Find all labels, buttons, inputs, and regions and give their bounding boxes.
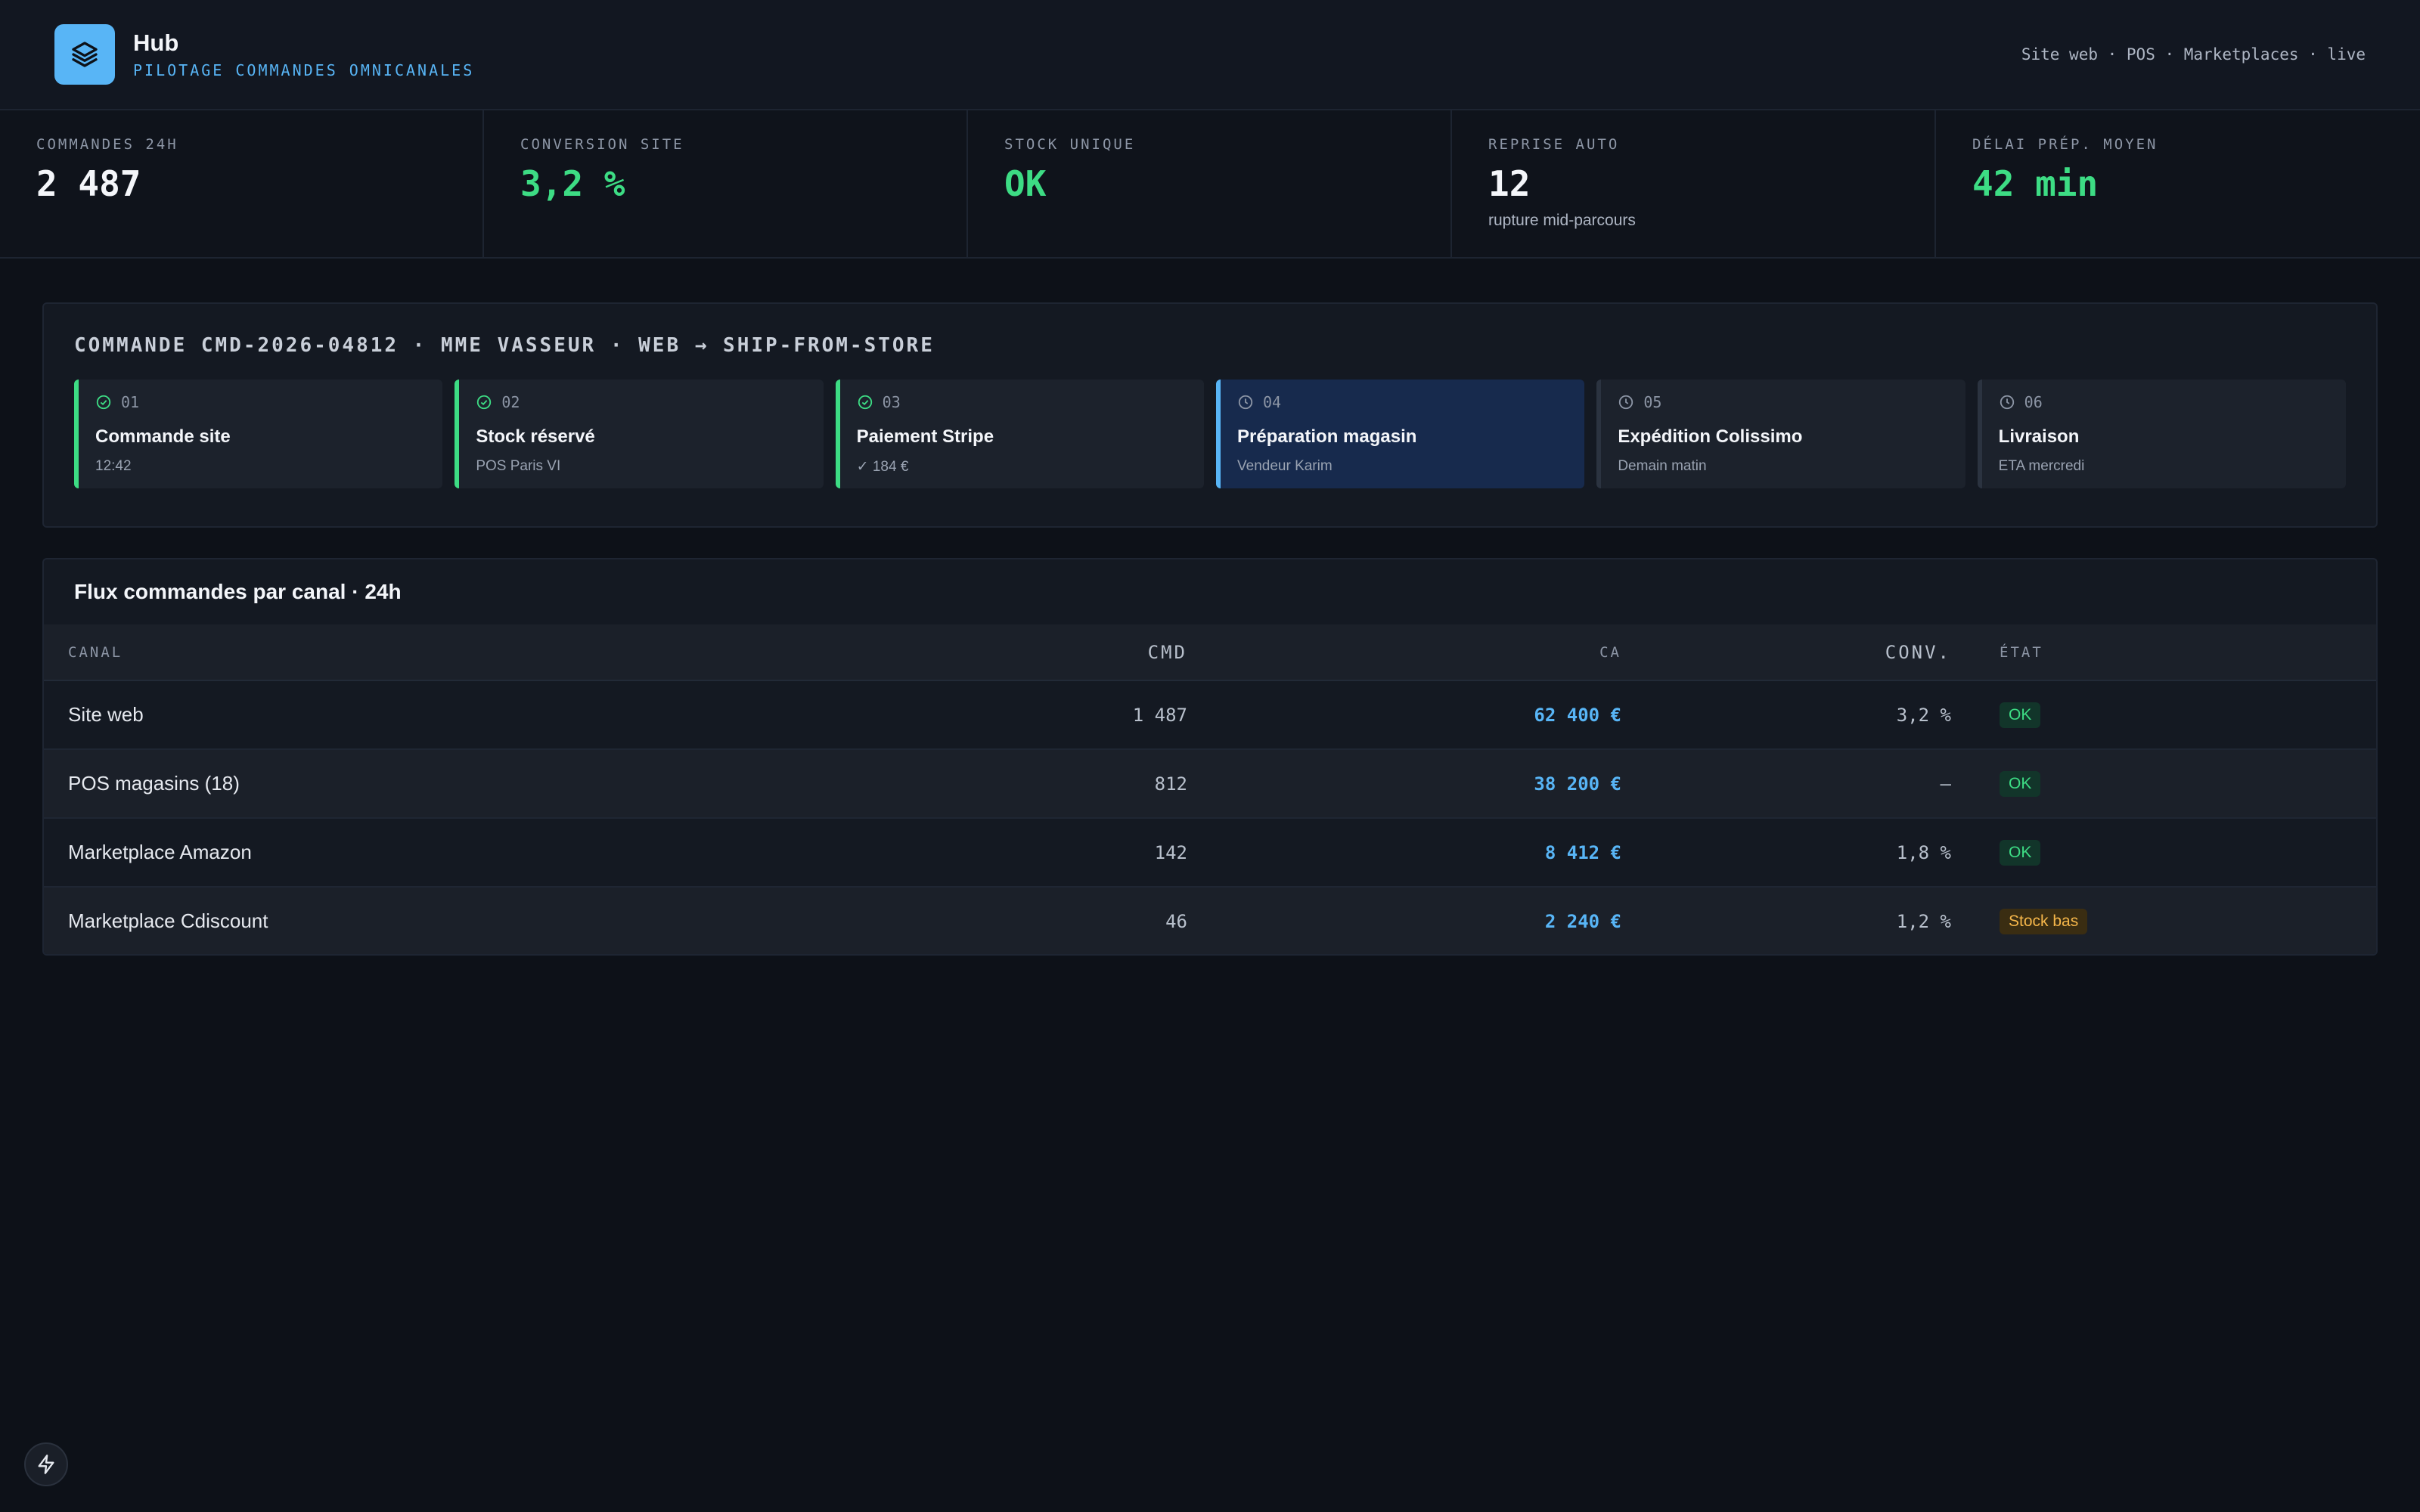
quick-action-button[interactable]	[24, 1442, 68, 1486]
order-step[interactable]: 04 Préparation magasin Vendeur Karim	[1216, 380, 1585, 488]
clock-icon	[2000, 395, 2014, 410]
step-number: 01	[121, 393, 140, 411]
kpi-label: STOCK UNIQUE	[1004, 136, 1136, 153]
step-meta: ✓ 184 €	[856, 459, 909, 475]
kpi-card: DÉLAI PRÉP. MOYEN 42 min	[1936, 110, 2420, 257]
clock-icon	[1238, 395, 1253, 410]
status-badge: OK	[2000, 771, 2041, 797]
cell-cmd: 1 487	[1132, 704, 1187, 726]
kpi-value: 3,2 %	[520, 163, 625, 204]
column-header-etat[interactable]: ÉTAT	[1951, 624, 2376, 681]
table-row[interactable]: Marketplace Amazon 142 8 412 € 1,8 % OK	[44, 818, 2376, 887]
step-meta: Demain matin	[1618, 458, 1707, 474]
check-circle-icon	[858, 395, 872, 410]
cell-canal: POS magasins (18)	[68, 772, 240, 795]
cell-conv: —	[1940, 773, 1951, 795]
kpi-value: OK	[1004, 163, 1047, 204]
step-number: 06	[2024, 393, 2043, 411]
step-number: 04	[1263, 393, 1282, 411]
order-tracker: COMMANDE CMD-2026-04812 · MME VASSEUR · …	[42, 302, 2378, 528]
kpi-label: CONVERSION SITE	[520, 136, 684, 153]
step-meta: Vendeur Karim	[1237, 458, 1333, 474]
cell-cmd: 812	[1154, 773, 1187, 795]
kpi-label: DÉLAI PRÉP. MOYEN	[1972, 136, 2158, 153]
cell-conv: 1,8 %	[1896, 841, 1951, 863]
order-steps: 01 Commande site 12:42 02 Stock réservé …	[74, 380, 2346, 488]
order-step[interactable]: 02 Stock réservé POS Paris VI	[455, 380, 824, 488]
layers-icon	[54, 24, 115, 85]
cell-conv: 1,2 %	[1896, 910, 1951, 932]
step-name: Paiement Stripe	[856, 426, 994, 447]
cell-ca: 8 412 €	[1544, 841, 1621, 863]
step-meta: ETA mercredi	[1998, 458, 2085, 474]
column-header-cmd[interactable]: CMD	[936, 624, 1187, 681]
panel-title: Flux commandes par canal · 24h	[74, 580, 402, 603]
step-number: 02	[501, 393, 520, 411]
cell-ca: 62 400 €	[1534, 704, 1621, 726]
order-title: COMMANDE CMD-2026-04812 · MME VASSEUR · …	[74, 334, 935, 357]
status-badge: OK	[2000, 840, 2041, 866]
step-number: 03	[882, 393, 901, 411]
column-header-conv[interactable]: CONV.	[1621, 624, 1951, 681]
cell-ca: 38 200 €	[1534, 773, 1621, 795]
kpi-label: COMMANDES 24H	[36, 136, 178, 153]
channel-flow-panel: Flux commandes par canal · 24h CANAL CMD…	[42, 558, 2378, 956]
kpi-row: COMMANDES 24H 2 487 CONVERSION SITE 3,2 …	[0, 110, 2420, 259]
clock-icon	[1619, 395, 1634, 410]
step-name: Préparation magasin	[1237, 426, 1417, 447]
kpi-value: 12	[1488, 163, 1531, 204]
step-meta: 12:42	[95, 458, 132, 474]
step-name: Livraison	[1998, 426, 2080, 447]
check-circle-icon	[477, 395, 492, 410]
step-name: Stock réservé	[476, 426, 595, 447]
cell-ca: 2 240 €	[1544, 910, 1621, 932]
kpi-card: CONVERSION SITE 3,2 %	[484, 110, 968, 257]
bolt-icon	[38, 1455, 54, 1474]
cell-canal: Marketplace Cdiscount	[68, 909, 268, 932]
check-circle-icon	[96, 395, 111, 410]
table-row[interactable]: Site web 1 487 62 400 € 3,2 % OK	[44, 680, 2376, 749]
table-header-row: CANAL CMD CA CONV. ÉTAT	[44, 624, 2376, 681]
order-step[interactable]: 01 Commande site 12:42	[74, 380, 443, 488]
kpi-card: REPRISE AUTO 12 rupture mid-parcours	[1452, 110, 1936, 257]
kpi-note: rupture mid-parcours	[1488, 212, 1636, 229]
column-header-canal[interactable]: CANAL	[44, 624, 936, 681]
cell-conv: 3,2 %	[1896, 704, 1951, 726]
channel-table: CANAL CMD CA CONV. ÉTAT Site web 1 487 6…	[44, 624, 2376, 954]
table-row[interactable]: POS magasins (18) 812 38 200 € — OK	[44, 749, 2376, 818]
cell-cmd: 142	[1154, 841, 1187, 863]
cell-canal: Marketplace Amazon	[68, 841, 252, 863]
step-name: Commande site	[95, 426, 231, 447]
brand[interactable]: Hub PILOTAGE COMMANDES OMNICANALES	[54, 24, 474, 85]
kpi-value: 2 487	[36, 163, 141, 204]
column-header-ca[interactable]: CA	[1187, 624, 1621, 681]
table-row[interactable]: Marketplace Cdiscount 46 2 240 € 1,2 % S…	[44, 887, 2376, 954]
order-step[interactable]: 03 Paiement Stripe ✓ 184 €	[835, 380, 1204, 488]
step-meta: POS Paris VI	[476, 458, 561, 474]
kpi-value: 42 min	[1972, 163, 2099, 204]
step-number: 05	[1643, 393, 1662, 411]
cell-cmd: 46	[1165, 910, 1187, 932]
kpi-card: STOCK UNIQUE OK	[968, 110, 1452, 257]
order-step[interactable]: 05 Expédition Colissimo Demain matin	[1596, 380, 1965, 488]
cell-canal: Site web	[68, 703, 144, 726]
app-title: Hub	[133, 29, 179, 56]
app-subtitle: PILOTAGE COMMANDES OMNICANALES	[133, 61, 475, 79]
channels-status: Site web · POS · Marketplaces · live	[2021, 45, 2366, 64]
order-step[interactable]: 06 Livraison ETA mercredi	[1977, 380, 2346, 488]
kpi-card: COMMANDES 24H 2 487	[0, 110, 484, 257]
status-badge: OK	[2000, 702, 2041, 728]
top-bar: Hub PILOTAGE COMMANDES OMNICANALES Site …	[0, 0, 2420, 110]
kpi-label: REPRISE AUTO	[1488, 136, 1620, 153]
step-name: Expédition Colissimo	[1618, 426, 1803, 447]
status-badge: Stock bas	[2000, 909, 2088, 934]
